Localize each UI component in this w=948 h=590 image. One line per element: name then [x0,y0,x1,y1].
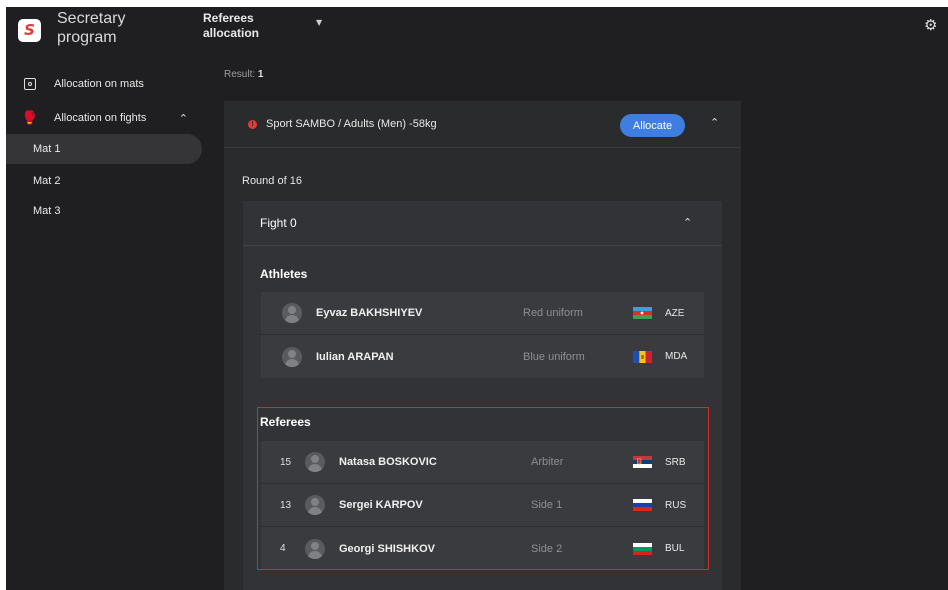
page-title-dropdown[interactable]: Referees allocation [203,11,293,41]
athlete-name: Iulian ARAPAN [316,350,394,363]
athlete-name: Eyvaz BAKHSHIYEV [316,307,423,319]
brand[interactable]: S Secretary program [18,9,127,47]
mats-icon [22,76,38,92]
result-count: Result: 1 [224,69,264,80]
sidebar-item-mat-2[interactable]: Mat 2 [6,166,61,196]
category-header[interactable]: ! Sport SAMBO / Adults (Men) -58kg Alloc… [224,101,741,148]
table-row[interactable]: Iulian ARAPAN Blue uniform MDA [261,335,704,378]
app-name: Secretary program [57,10,126,46]
category-title: Sport SAMBO / Adults (Men) -58kg [266,118,437,130]
mda-flag-icon [633,350,652,363]
athletes-heading: Athletes [260,267,308,281]
app-logo: S [18,18,41,42]
chevron-up-icon[interactable]: ⌃ [710,116,719,129]
sidebar-item-label: Allocation on fights [54,112,147,124]
table-row[interactable]: Eyvaz BAKHSHIYEV Red uniform AZE [261,292,704,335]
sidebar-item-allocation-on-fights[interactable]: 🥊 Allocation on fights ⌃ [6,104,206,132]
athlete-role: Blue uniform [523,350,585,363]
chevron-down-icon[interactable]: ▼ [316,18,322,27]
athlete-role: Red uniform [523,307,583,319]
sidebar-item-allocation-on-mats[interactable]: Allocation on mats [6,70,206,98]
sidebar-item-label: Allocation on mats [54,78,144,90]
sidebar: S Secretary program Allocation on mats 🥊… [6,7,206,590]
sidebar-item-mat-3[interactable]: Mat 3 [6,196,61,226]
allocate-button[interactable]: Allocate [620,114,685,137]
error-icon: ! [248,119,257,129]
chevron-up-icon[interactable]: ⌃ [683,216,692,229]
sidebar-item-mat-1[interactable]: Mat 1 [6,134,202,164]
avatar [282,346,302,367]
referees-highlight-box [257,407,709,570]
country-code: MDA [665,351,688,362]
round-label: Round of 16 [242,175,302,187]
fight-header[interactable]: Fight 0 ⌃ [243,201,722,246]
fights-icon: 🥊 [21,110,39,126]
chevron-up-icon[interactable]: ⌃ [179,112,188,125]
gear-icon[interactable]: ⚙ [924,16,937,34]
athletes-table: Eyvaz BAKHSHIYEV Red uniform AZE Iulian … [261,292,704,378]
fight-title: Fight 0 [260,216,297,230]
country-code: AZE [665,307,685,319]
aze-flag-icon [633,307,652,319]
avatar [282,303,302,323]
